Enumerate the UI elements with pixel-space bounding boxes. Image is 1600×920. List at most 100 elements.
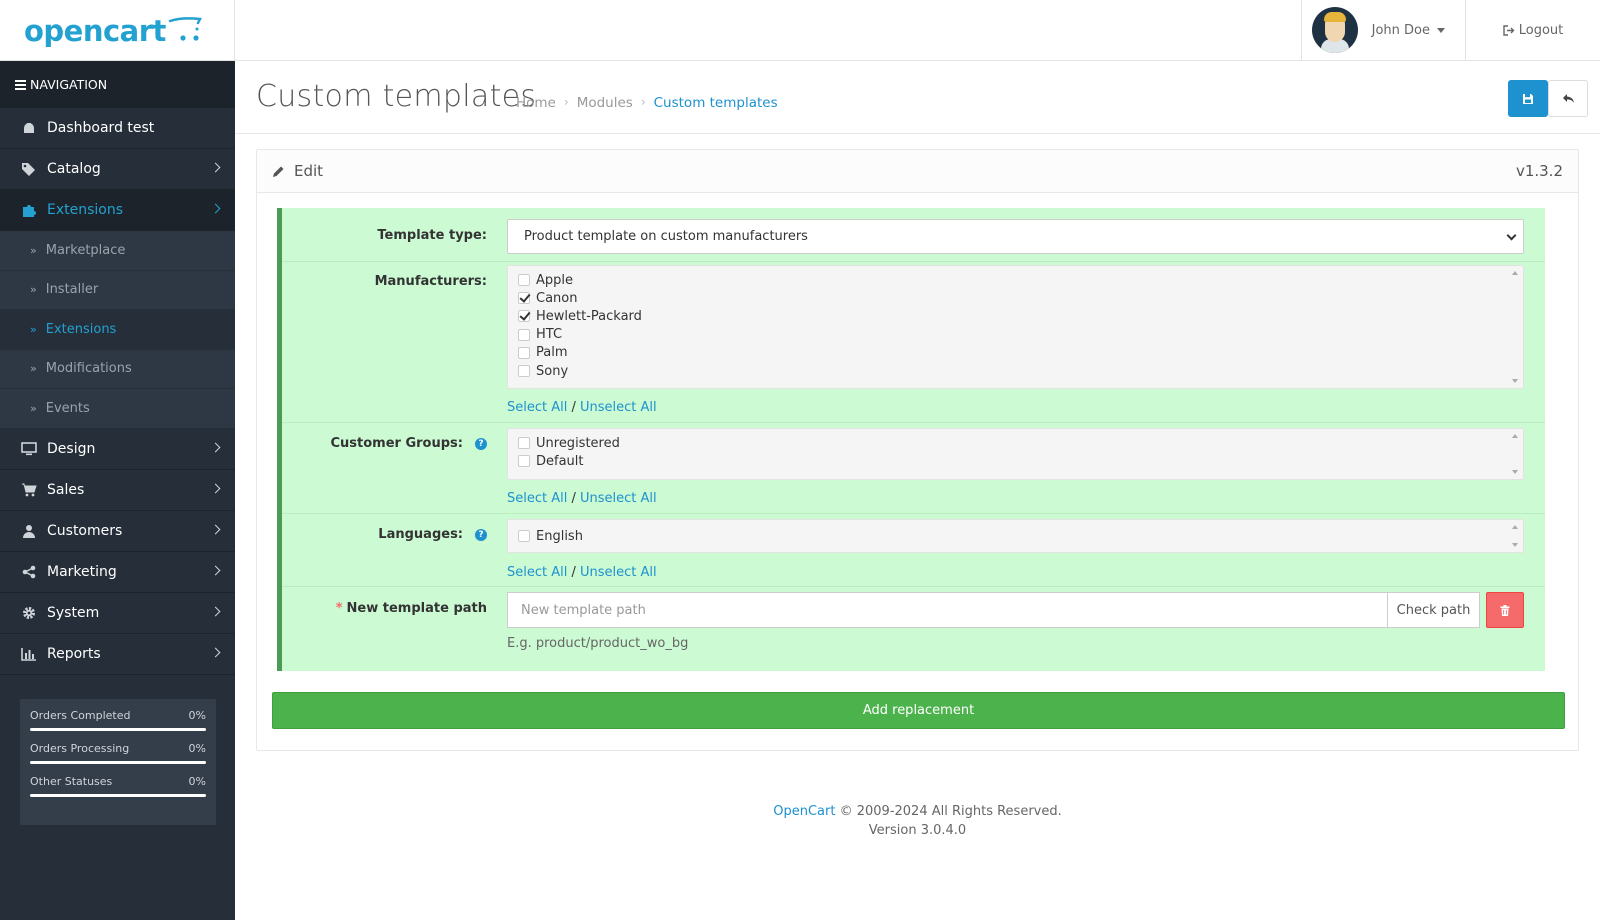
sidebar-subitem-modifications[interactable]: » Modifications (0, 349, 235, 389)
unselect-all-link[interactable]: Unselect All (580, 400, 657, 415)
sidebar-subitem-label: Events (45, 400, 90, 416)
breadcrumb-modules[interactable]: Modules (577, 95, 633, 111)
sidebar-subitem-installer[interactable]: » Installer (0, 270, 235, 310)
panel-title: Edit (294, 162, 324, 180)
languages-select-links: Select All / Unselect All (507, 565, 1524, 580)
slash-separator: / (567, 491, 581, 506)
sidebar-item-extensions[interactable]: Extensions (0, 190, 235, 231)
user-icon (19, 524, 39, 538)
languages-label: Languages: ? (378, 527, 487, 542)
sidebar-item-marketing[interactable]: Marketing (0, 552, 235, 593)
checkbox-manufacturer-htc[interactable]: HTC (518, 326, 1513, 344)
angle-double-right-icon: » (30, 362, 37, 376)
panel-heading: Edit v1.3.2 (257, 150, 1578, 193)
scroll-down-icon (1512, 379, 1518, 383)
checkbox-manufacturer-palm[interactable]: Palm (518, 344, 1513, 362)
sidebar-item-label: Catalog (47, 161, 101, 177)
sidebar-subitem-label: Modifications (45, 361, 132, 377)
stat-value: 0% (188, 709, 206, 722)
save-button[interactable] (1508, 80, 1548, 117)
sidebar-item-design[interactable]: Design (0, 429, 235, 470)
manufacturers-list[interactable]: Apple Canon Hewlett-Packard HTC Palm Son… (507, 265, 1524, 389)
checkbox-manufacturer-hewlett-packard[interactable]: Hewlett-Packard (518, 307, 1513, 325)
chevron-right-icon (210, 524, 221, 534)
template-type-row: Template type: Product template on custo… (282, 208, 1545, 261)
footer: OpenCart © 2009-2024 All Rights Reserved… (235, 802, 1600, 840)
stat-value: 0% (188, 775, 206, 788)
customer-groups-select-links: Select All / Unselect All (507, 491, 1524, 506)
template-type-select[interactable]: Product template on custom manufacturers (507, 219, 1524, 254)
sidebar-item-dashboard[interactable]: Dashboard test (0, 108, 235, 149)
select-all-link[interactable]: Select All (507, 400, 567, 415)
brand-text: opencart (24, 13, 166, 48)
sidebar-item-label: Dashboard test (47, 120, 155, 136)
breadcrumb: Home › Modules › Custom templates (516, 95, 778, 111)
checkbox-language-english[interactable]: English (518, 527, 1513, 545)
opencart-logo[interactable]: opencart (0, 0, 235, 61)
cart-logo-icon (168, 16, 202, 41)
template-path-input[interactable]: New template path (507, 592, 1387, 628)
check-path-button[interactable]: Check path (1387, 592, 1480, 628)
customer-groups-label: Customer Groups: ? (330, 436, 487, 451)
user-menu[interactable]: John Doe (1300, 0, 1466, 60)
sidebar-item-system[interactable]: System (0, 593, 235, 634)
breadcrumb-separator-icon: › (563, 95, 569, 109)
unselect-all-link[interactable]: Unselect All (580, 565, 657, 580)
breadcrumb-home[interactable]: Home (516, 95, 556, 111)
select-all-link[interactable]: Select All (507, 565, 567, 580)
pencil-icon (273, 166, 284, 177)
template-type-label: Template type: (377, 228, 487, 243)
template-path-group: New template path Check path (507, 592, 1524, 628)
sidebar-item-customers[interactable]: Customers (0, 511, 235, 552)
sidebar-item-catalog[interactable]: Catalog (0, 149, 235, 190)
top-header: opencart John Doe Logout (0, 0, 1600, 61)
checkbox-group-default[interactable]: Default (518, 452, 1513, 470)
add-replacement-button[interactable]: Add replacement (272, 692, 1565, 729)
languages-list[interactable]: English (507, 519, 1524, 553)
sidebar-subitem-extensions[interactable]: » Extensions (0, 310, 235, 350)
checkbox-manufacturer-apple[interactable]: Apple (518, 271, 1513, 289)
sidebar-subitem-label: Extensions (45, 321, 117, 337)
sidebar-item-sales[interactable]: Sales (0, 470, 235, 511)
user-name: John Doe (1371, 22, 1430, 38)
trash-icon (1500, 604, 1510, 616)
chevron-right-icon (210, 647, 221, 657)
template-path-label: * New template path (336, 601, 487, 616)
stat-other-statuses: Other Statuses 0% (30, 775, 206, 797)
checkbox-manufacturer-sony[interactable]: Sony (518, 362, 1513, 380)
sign-out-icon (1503, 24, 1515, 36)
back-button[interactable] (1548, 80, 1588, 117)
scrollbar[interactable] (1510, 432, 1520, 476)
sidebar-subitem-label: Installer (45, 282, 99, 298)
help-icon[interactable]: ? (475, 528, 487, 541)
angle-double-right-icon: » (30, 322, 37, 336)
sidebar-item-reports[interactable]: Reports (0, 634, 235, 675)
tags-icon (19, 162, 39, 176)
help-icon[interactable]: ? (475, 437, 487, 450)
dashboard-icon (19, 121, 39, 135)
select-all-link[interactable]: Select All (507, 491, 567, 506)
breadcrumb-current[interactable]: Custom templates (654, 95, 778, 111)
chevron-right-icon (210, 483, 221, 493)
customer-groups-list[interactable]: Unregistered Default (507, 428, 1524, 480)
checkbox-group-unregistered[interactable]: Unregistered (518, 434, 1513, 452)
chevron-right-icon (210, 565, 221, 575)
checkbox-label: Sony (536, 363, 569, 379)
avatar (1311, 7, 1358, 53)
unselect-all-link[interactable]: Unselect All (580, 491, 657, 506)
sidebar-subitem-marketplace[interactable]: » Marketplace (0, 231, 235, 271)
navigation-label: NAVIGATION (30, 77, 108, 92)
slash-separator: / (567, 400, 581, 415)
puzzle-icon (19, 203, 39, 218)
logout-link[interactable]: Logout (1466, 0, 1600, 60)
opencart-link[interactable]: OpenCart (773, 804, 835, 819)
delete-button[interactable] (1486, 592, 1524, 628)
sidebar-subitem-events[interactable]: » Events (0, 389, 235, 429)
angle-double-right-icon: » (30, 283, 37, 297)
checkbox-manufacturer-canon[interactable]: Canon (518, 289, 1513, 307)
customer-groups-label-text: Customer Groups: (330, 436, 464, 451)
scrollbar[interactable] (1510, 523, 1520, 549)
scrollbar[interactable] (1510, 269, 1520, 385)
progress-bar (30, 728, 206, 731)
progress-bar (30, 761, 206, 764)
